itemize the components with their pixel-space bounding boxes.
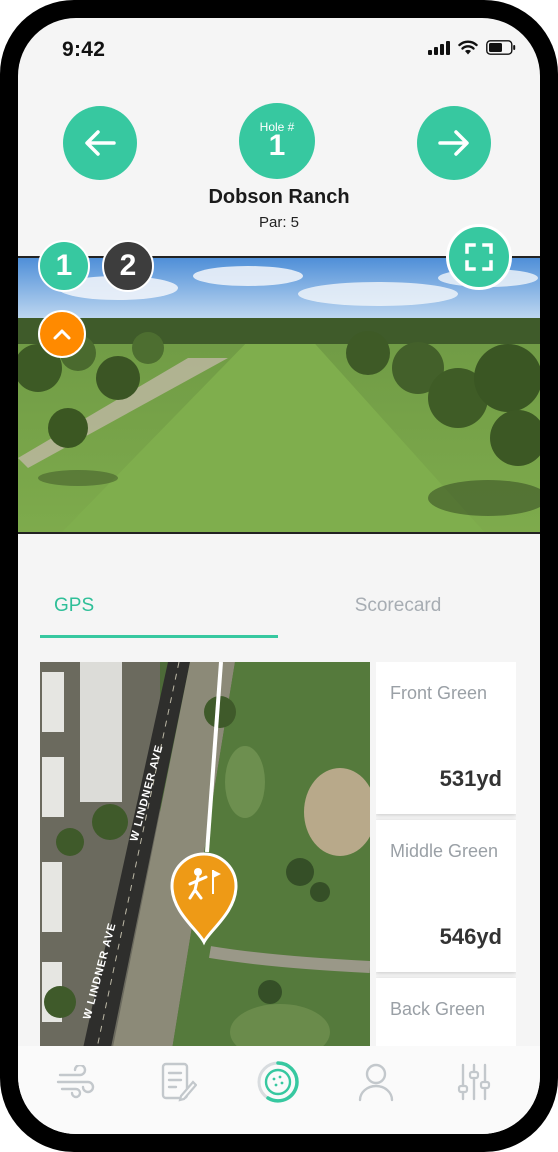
- golf-ball-icon: [257, 1061, 299, 1103]
- wind-icon: [56, 1065, 95, 1099]
- cellular-signal-icon: [428, 40, 450, 55]
- nav-settings[interactable]: [452, 1060, 496, 1104]
- status-bar: 9:42: [18, 18, 540, 80]
- flyover-view-1-button[interactable]: 1: [38, 240, 90, 292]
- arrow-left-icon: [85, 130, 116, 156]
- back-green-label: Back Green: [390, 999, 486, 1019]
- arrow-right-icon: [438, 130, 469, 156]
- nav-wind[interactable]: [54, 1060, 98, 1104]
- distance-panel: Front Green 531yd Middle Green 546yd Bac…: [376, 662, 516, 1062]
- view-tabs: GPS Scorecard: [40, 592, 518, 638]
- nav-scorecard[interactable]: [156, 1060, 200, 1104]
- battery-icon: [486, 40, 516, 55]
- profile-icon: [358, 1063, 394, 1102]
- player-location-pin-icon[interactable]: [168, 850, 240, 946]
- course-name: Dobson Ranch: [208, 186, 350, 208]
- app-screen: 9:42 Hole # 1 Dobson Ranch Par: 5 1 2 GP…: [18, 18, 540, 1134]
- fullscreen-icon: [465, 243, 493, 271]
- nav-gps-home[interactable]: [256, 1060, 300, 1104]
- next-hole-button[interactable]: [417, 106, 491, 180]
- flyover-view-2-button[interactable]: 2: [102, 240, 154, 292]
- front-green-label: Front Green: [390, 683, 488, 703]
- hole-number-badge: Hole # 1: [239, 103, 315, 179]
- middle-green-card: Middle Green 546yd: [376, 820, 516, 972]
- hole-flyover-image[interactable]: [18, 256, 540, 534]
- wifi-icon: [458, 40, 478, 55]
- fullscreen-button[interactable]: [446, 224, 512, 290]
- bottom-navigation: [18, 1046, 540, 1134]
- satellite-map[interactable]: W LINDNER AVE W LINDNER AVE: [40, 662, 370, 1062]
- front-green-distance: 531yd: [439, 766, 502, 791]
- scorecard-edit-icon: [161, 1062, 197, 1102]
- middle-green-label: Middle Green: [390, 841, 499, 861]
- nav-profile[interactable]: [354, 1060, 398, 1104]
- middle-green-distance: 546yd: [439, 924, 502, 949]
- settings-sliders-icon: [457, 1063, 491, 1101]
- chevron-up-icon: [53, 329, 71, 340]
- tab-scorecard[interactable]: Scorecard: [278, 592, 518, 638]
- collapse-views-button[interactable]: [38, 310, 86, 358]
- tab-gps[interactable]: GPS: [40, 592, 278, 638]
- status-time: 9:42: [62, 38, 106, 61]
- front-green-card: Front Green 531yd: [376, 662, 516, 814]
- previous-hole-button[interactable]: [63, 106, 137, 180]
- hole-number: 1: [268, 129, 286, 162]
- status-icons: [428, 40, 516, 55]
